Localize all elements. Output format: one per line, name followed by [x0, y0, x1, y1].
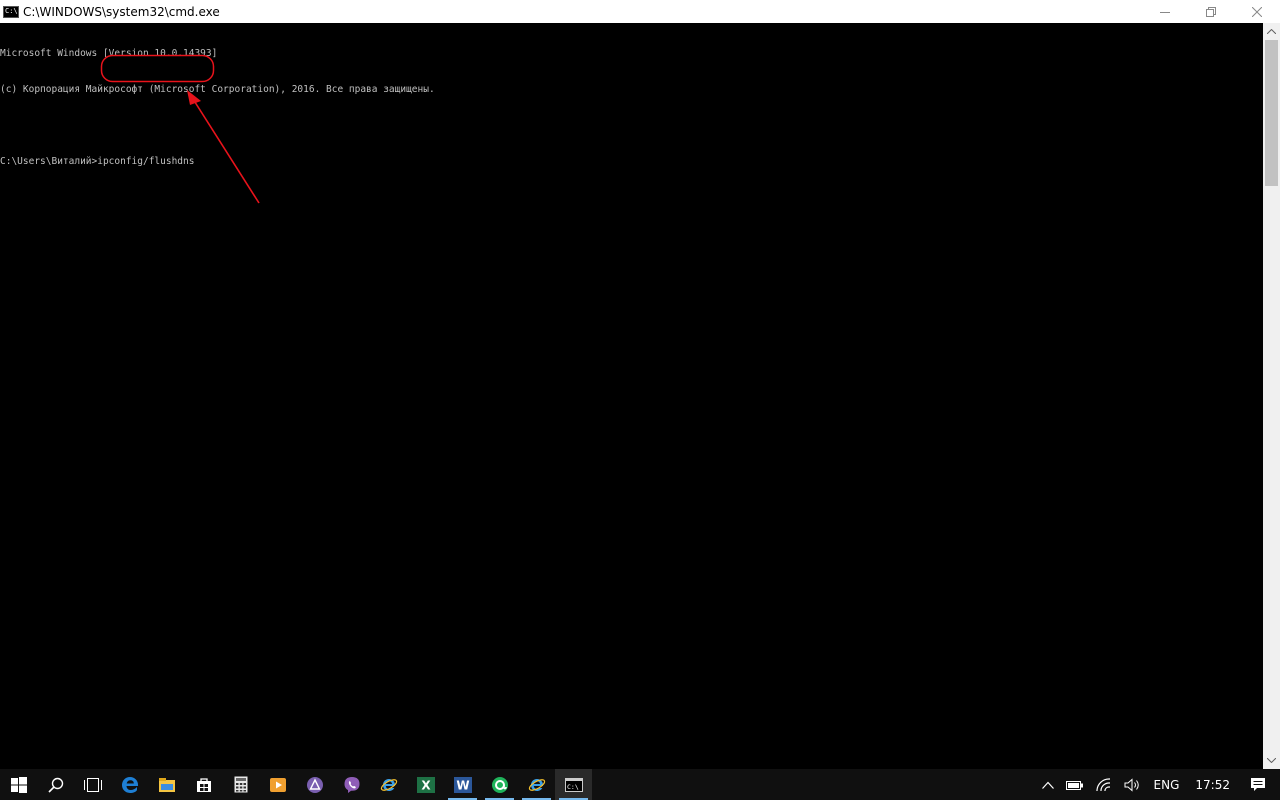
restore-button[interactable] [1188, 0, 1234, 23]
edge-icon [121, 776, 138, 793]
console-command: ipconfig/flushdns [97, 156, 195, 167]
search-icon [47, 777, 63, 793]
taskbar-media-player[interactable] [259, 769, 296, 800]
notification-icon [1251, 778, 1265, 791]
taskbar-app-green[interactable] [481, 769, 518, 800]
taskbar-file-explorer[interactable] [148, 769, 185, 800]
search-button[interactable] [37, 769, 74, 800]
language-indicator[interactable]: ENG [1148, 769, 1186, 800]
app-purple-icon [306, 776, 323, 793]
taskbar-internet-explorer-2[interactable] [518, 769, 555, 800]
window-title: C:\WINDOWS\system32\cmd.exe [23, 4, 220, 19]
console-prompt-line[interactable]: C:\Users\Виталий>ipconfig/flushdns [0, 156, 1263, 168]
media-player-icon [269, 777, 286, 792]
windows-start-icon [10, 776, 27, 793]
wifi-icon [1095, 777, 1110, 791]
title-bar[interactable]: C:\ C:\WINDOWS\system32\cmd.exe [0, 0, 1280, 23]
taskbar-calculator[interactable] [222, 769, 259, 800]
system-tray: ENG 17:52 [1036, 769, 1280, 800]
taskbar-cmd[interactable]: C:\ [555, 769, 592, 800]
viber-icon [344, 776, 359, 793]
task-view-icon [83, 777, 102, 792]
calculator-icon [234, 776, 247, 793]
chevron-up-icon [1267, 29, 1276, 34]
restore-icon [1206, 6, 1216, 17]
chevron-down-icon [1267, 758, 1276, 763]
clock[interactable]: 17:52 [1185, 769, 1240, 800]
scroll-up-button[interactable] [1263, 23, 1280, 40]
excel-icon: X [416, 776, 435, 793]
taskbar-internet-explorer[interactable] [370, 769, 407, 800]
action-center-button[interactable] [1240, 769, 1280, 800]
clock-time: 17:52 [1195, 777, 1230, 792]
start-button[interactable] [0, 769, 37, 800]
taskbar-viber[interactable] [333, 769, 370, 800]
chevron-up-icon [1041, 781, 1054, 789]
svg-text:C:\: C:\ [567, 783, 579, 791]
taskbar-excel[interactable]: X [407, 769, 444, 800]
window-controls [1142, 0, 1280, 23]
minimize-icon [1160, 11, 1170, 13]
taskbar-app-purple[interactable] [296, 769, 333, 800]
minimize-button[interactable] [1142, 0, 1188, 23]
console-prompt: C:\Users\Виталий> [0, 156, 98, 167]
store-icon [196, 777, 211, 792]
internet-explorer-icon [380, 778, 397, 791]
console-line-version: Microsoft Windows [Version 10.0.14393] [0, 48, 218, 59]
console-output[interactable]: Microsoft Windows [Version 10.0.14393] (… [0, 23, 1263, 769]
console-line-copyright: (c) Корпорация Майкрософт (Microsoft Cor… [0, 84, 435, 95]
close-button[interactable] [1234, 0, 1280, 23]
taskbar-store[interactable] [185, 769, 222, 800]
task-view-button[interactable] [74, 769, 111, 800]
battery-button[interactable] [1060, 769, 1090, 800]
volume-button[interactable] [1118, 769, 1148, 800]
internet-explorer-icon-2 [528, 778, 545, 791]
scroll-down-button[interactable] [1263, 752, 1280, 769]
close-icon [1252, 6, 1262, 17]
app-green-icon [491, 776, 508, 793]
battery-icon [1065, 780, 1083, 790]
taskbar-word[interactable]: W [444, 769, 481, 800]
language-label: ENG [1153, 777, 1180, 792]
scrollbar-thumb[interactable] [1265, 40, 1278, 186]
svg-text:W: W [456, 778, 469, 792]
cmd-window-icon[interactable]: C:\ [3, 5, 19, 18]
svg-text:X: X [421, 778, 431, 792]
cmd-icon: C:\ [564, 777, 583, 792]
word-icon: W [453, 776, 472, 793]
vertical-scrollbar[interactable] [1263, 23, 1280, 769]
speaker-icon [1124, 777, 1139, 792]
file-explorer-icon [158, 777, 175, 792]
taskbar-edge[interactable] [111, 769, 148, 800]
wifi-button[interactable] [1090, 769, 1118, 800]
taskbar: X W C:\ ENG 17:52 [0, 769, 1280, 800]
show-hidden-icons-button[interactable] [1036, 769, 1060, 800]
